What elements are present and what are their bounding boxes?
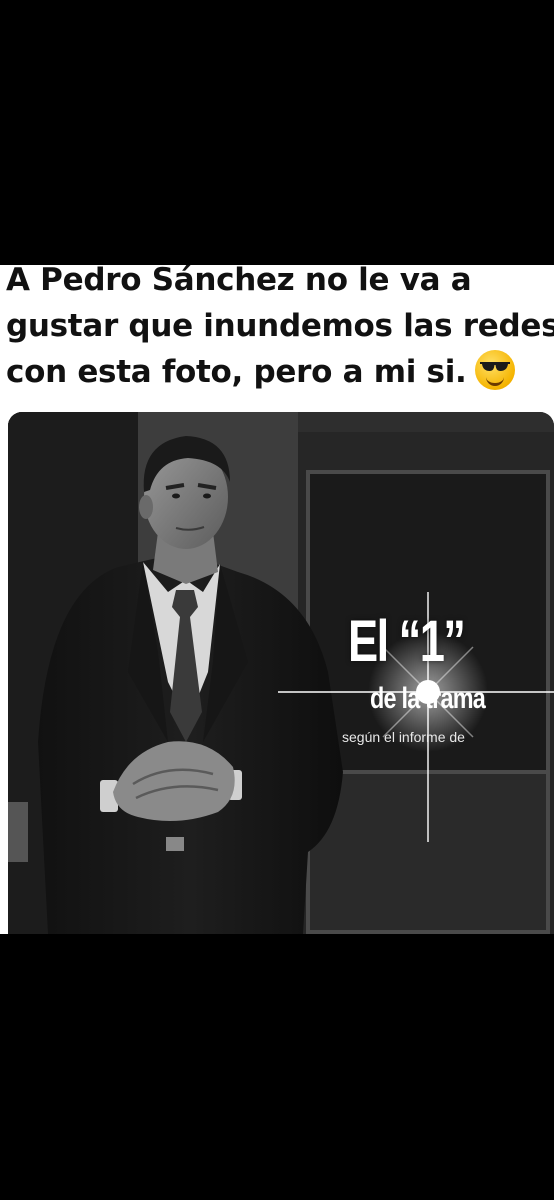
meme-caption: A Pedro Sánchez no le va a gustar que in… — [6, 265, 554, 395]
overlay-subheadline: de la trama — [370, 682, 486, 715]
caption-line-3: con esta foto, pero a mi si. — [6, 354, 467, 390]
smiling-face-with-sunglasses-icon — [474, 350, 515, 390]
overlay-source-line: según el informe de — [342, 729, 465, 745]
caption-line-1: A Pedro Sánchez no le va a — [6, 265, 472, 298]
politician-photo: El “1” de la trama según el informe de — [8, 412, 554, 934]
photo-scene — [8, 412, 554, 934]
caption-line-2: gustar que inundemos las redes — [6, 308, 554, 344]
meme-image: A Pedro Sánchez no le va a gustar que in… — [0, 265, 554, 934]
overlay-headline: El “1” — [348, 609, 466, 674]
screen: A Pedro Sánchez no le va a gustar que in… — [0, 0, 554, 1200]
